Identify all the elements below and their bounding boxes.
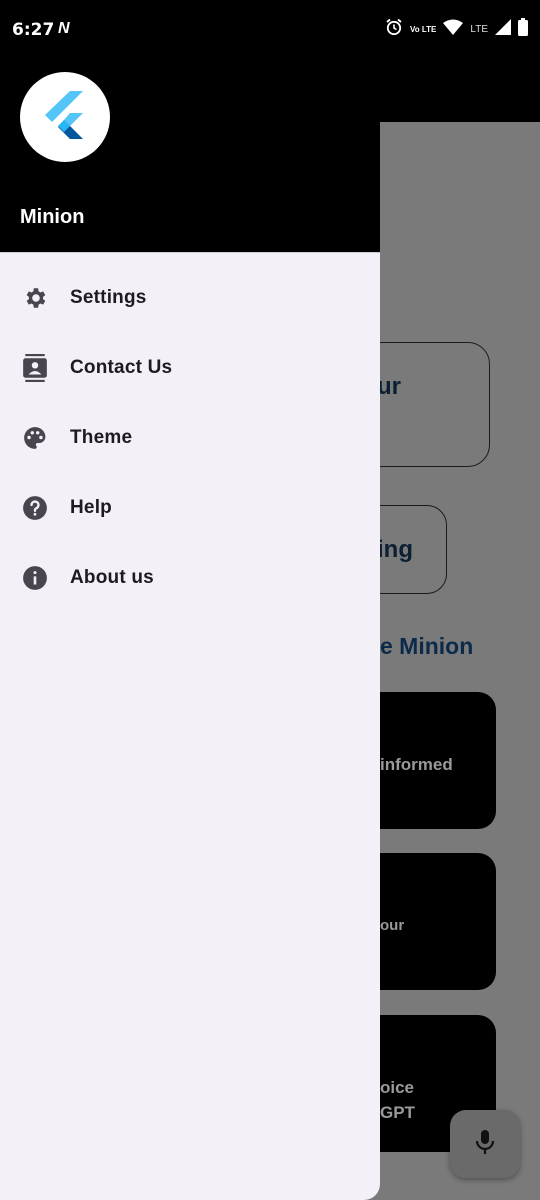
background-card-text: ur	[377, 373, 401, 400]
drawer-item-label: Contact Us	[70, 357, 173, 378]
status-icons: Vo LTE LTE	[385, 18, 528, 41]
gear-icon	[20, 283, 50, 313]
drawer-item-label: Settings	[70, 287, 147, 308]
drawer-menu: Settings Contact Us Theme Help About us	[0, 263, 380, 613]
drawer-item-settings[interactable]: Settings	[0, 263, 380, 333]
background-heading: e Minion	[380, 633, 474, 659]
drawer-item-label: Help	[70, 497, 112, 518]
wifi-icon	[443, 19, 464, 40]
palette-icon	[20, 423, 50, 453]
navigation-drawer: Minion Settings Contact Us Theme Help Ab…	[0, 0, 380, 1200]
drawer-item-label: About us	[70, 567, 154, 588]
drawer-item-contact-us[interactable]: Contact Us	[0, 333, 380, 403]
drawer-item-help[interactable]: Help	[0, 473, 380, 543]
drawer-item-about-us[interactable]: About us	[0, 543, 380, 613]
contact-card-icon	[20, 353, 50, 383]
mic-button[interactable]	[450, 1110, 520, 1178]
status-time: 6:27	[12, 20, 55, 40]
help-circle-icon	[20, 493, 50, 523]
network-type-label: LTE	[470, 24, 488, 35]
avatar[interactable]	[20, 72, 110, 162]
notification-icon: N	[58, 20, 70, 37]
drawer-item-theme[interactable]: Theme	[0, 403, 380, 473]
flutter-logo-icon	[44, 90, 86, 144]
alarm-icon	[385, 18, 403, 41]
info-circle-icon	[20, 563, 50, 593]
status-bar: 6:27 N Vo LTE LTE	[0, 0, 540, 60]
account-name: Minion	[20, 206, 85, 228]
background-feature-text: our	[380, 917, 405, 934]
background-feature-text: informed	[380, 755, 453, 774]
battery-icon	[518, 18, 528, 41]
background-feature-text: oice	[380, 1078, 415, 1097]
signal-icon	[495, 19, 511, 40]
background-feature-text: GPT	[380, 1103, 415, 1122]
drawer-item-label: Theme	[70, 427, 133, 448]
background-card-text: ing	[377, 536, 413, 563]
drawer-divider	[0, 252, 380, 253]
volte-icon: Vo LTE	[410, 24, 437, 34]
mic-icon	[474, 1129, 496, 1160]
